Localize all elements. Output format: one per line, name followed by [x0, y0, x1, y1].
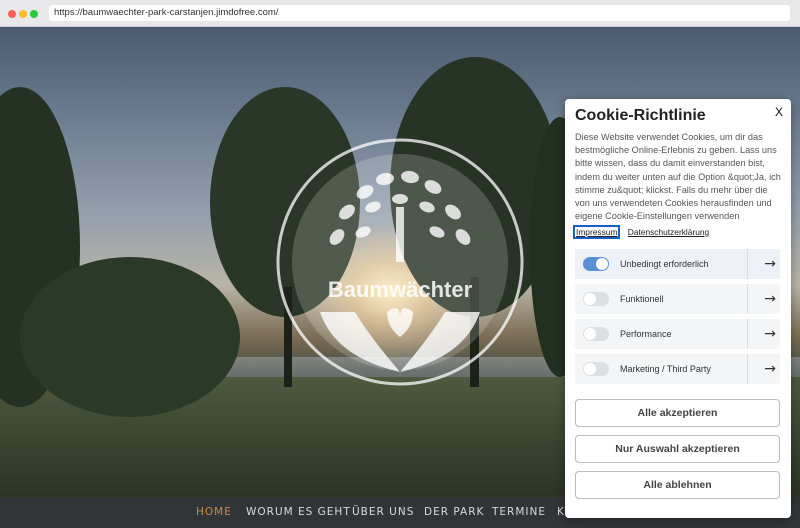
- minimize-window-button[interactable]: [19, 10, 27, 18]
- toggle-knob: [596, 258, 608, 270]
- arrow-right-icon[interactable]: →: [764, 319, 776, 349]
- nav-item-worum-es-geht[interactable]: WORUM ES GEHT: [246, 497, 351, 528]
- cookie-category-marketing: Marketing / Third Party →: [575, 354, 780, 384]
- divider: [747, 284, 748, 314]
- necessary-toggle[interactable]: [583, 257, 609, 271]
- nav-item-truncated[interactable]: K: [557, 497, 565, 528]
- divider: [747, 249, 748, 279]
- nav-item-ueber-uns[interactable]: ÜBER UNS: [352, 497, 414, 528]
- cookie-category-performance: Performance →: [575, 319, 780, 349]
- browser-toolbar: https://baumwaechter-park-carstanjen.jim…: [0, 0, 800, 27]
- functional-toggle[interactable]: [583, 292, 609, 306]
- dialog-links: Impressum Datenschutzerklärung: [573, 225, 709, 239]
- divider: [747, 354, 748, 384]
- toggle-knob: [584, 363, 596, 375]
- datenschutz-link[interactable]: Datenschutzerklärung: [628, 227, 709, 237]
- divider: [747, 319, 748, 349]
- toggle-knob: [584, 328, 596, 340]
- category-label: Performance: [620, 329, 672, 339]
- accept-selection-button[interactable]: Nur Auswahl akzeptieren: [575, 435, 780, 463]
- arrow-right-icon[interactable]: →: [764, 249, 776, 279]
- category-label: Funktionell: [620, 294, 664, 304]
- maximize-window-button[interactable]: [30, 10, 38, 18]
- nav-item-der-park[interactable]: DER PARK: [424, 497, 484, 528]
- tree-left-low: [20, 257, 240, 417]
- address-bar[interactable]: https://baumwaechter-park-carstanjen.jim…: [49, 5, 790, 21]
- performance-toggle[interactable]: [583, 327, 609, 341]
- nav-item-termine[interactable]: TERMINE: [492, 497, 546, 528]
- arrow-right-icon[interactable]: →: [764, 354, 776, 384]
- dialog-description: Diese Website verwendet Cookies, um dir …: [575, 132, 781, 221]
- accept-all-button[interactable]: Alle akzeptieren: [575, 399, 780, 427]
- cookie-category-necessary: Unbedingt erforderlich →: [575, 249, 780, 279]
- category-label: Marketing / Third Party: [620, 364, 711, 374]
- impressum-link[interactable]: Impressum: [573, 225, 621, 239]
- arrow-right-icon[interactable]: →: [764, 284, 776, 314]
- close-dialog-button[interactable]: X: [775, 105, 783, 119]
- baumwaechter-logo: Baumwächter: [276, 138, 524, 386]
- category-label: Unbedingt erforderlich: [620, 259, 709, 269]
- cookie-category-functional: Funktionell →: [575, 284, 780, 314]
- marketing-toggle[interactable]: [583, 362, 609, 376]
- logo-text: Baumwächter: [328, 277, 473, 302]
- reject-all-button[interactable]: Alle ablehnen: [575, 471, 780, 499]
- dialog-title: Cookie-Richtlinie: [575, 107, 706, 124]
- cookie-consent-dialog: X Cookie-Richtlinie Diese Website verwen…: [565, 99, 791, 518]
- nav-item-home[interactable]: HOME: [196, 497, 232, 528]
- close-window-button[interactable]: [8, 10, 16, 18]
- toggle-knob: [584, 293, 596, 305]
